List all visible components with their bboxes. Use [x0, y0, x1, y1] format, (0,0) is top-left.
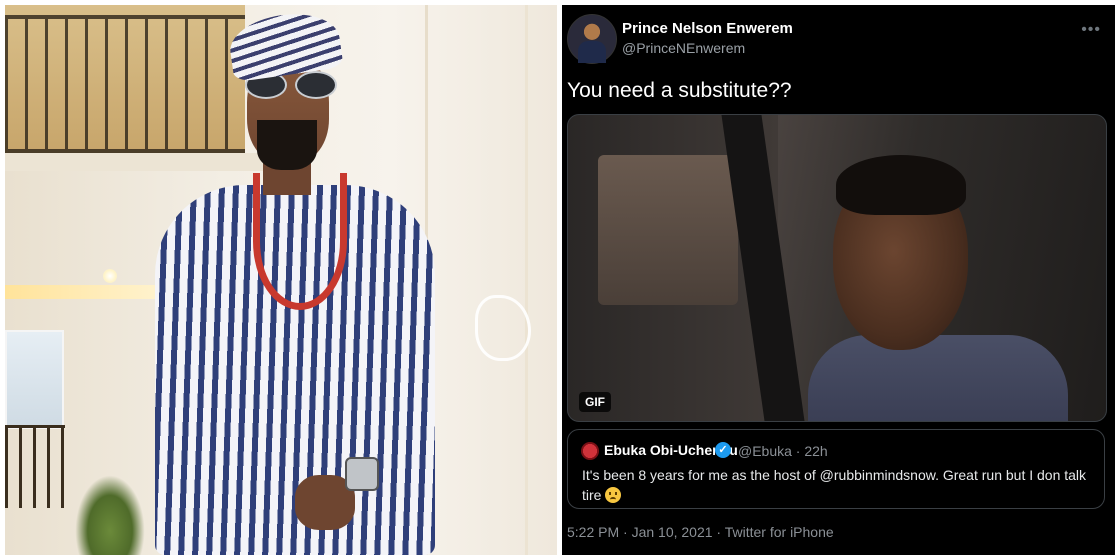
sunglasses-lens: [295, 71, 337, 99]
author-handle[interactable]: @PrinceNEnwerem: [622, 40, 745, 56]
car-window: [598, 155, 738, 305]
lower-railing: [5, 425, 65, 508]
author-name[interactable]: Prince Nelson Enwerem: [622, 20, 793, 37]
gif-media[interactable]: GIF: [567, 114, 1107, 422]
person-photo: [5, 5, 557, 555]
tweet-timestamp[interactable]: 5:22 PM · Jan 10, 2021 · Twitter for iPh…: [567, 524, 834, 540]
more-options-icon[interactable]: •••: [1081, 21, 1101, 39]
man-in-striped-outfit: [135, 5, 435, 555]
man-hair: [836, 155, 966, 215]
quoted-tweet[interactable]: Ebuka Obi-Uchendu ✓ @Ebuka · 22h It's be…: [567, 429, 1105, 509]
wall-panel-line: [525, 5, 528, 555]
beard: [257, 120, 317, 170]
wall-ornament: [475, 295, 531, 361]
quoted-tweet-text: It's been 8 years for me as the host of …: [582, 465, 1094, 505]
gif-badge: GIF: [579, 392, 611, 412]
quoted-handle-time: @Ebuka · 22h: [738, 443, 828, 459]
tweet-text: You need a substitute??: [567, 79, 792, 102]
quoted-author-avatar: [581, 442, 599, 460]
pleading-face-emoji-icon: [605, 487, 622, 503]
avatar-suit: [578, 41, 606, 63]
ceiling-light: [103, 269, 117, 283]
wristwatch: [345, 457, 379, 491]
light-strip: [5, 285, 155, 299]
tweet-card: Prince Nelson Enwerem @PrinceNEnwerem ••…: [562, 5, 1115, 555]
coral-bead-necklace: [253, 173, 347, 310]
man-body: [808, 335, 1068, 421]
window: [5, 330, 64, 429]
quoted-text-content: It's been 8 years for me as the host of …: [582, 467, 1087, 503]
verified-badge-icon: ✓: [715, 442, 731, 458]
author-avatar[interactable]: [567, 14, 617, 64]
